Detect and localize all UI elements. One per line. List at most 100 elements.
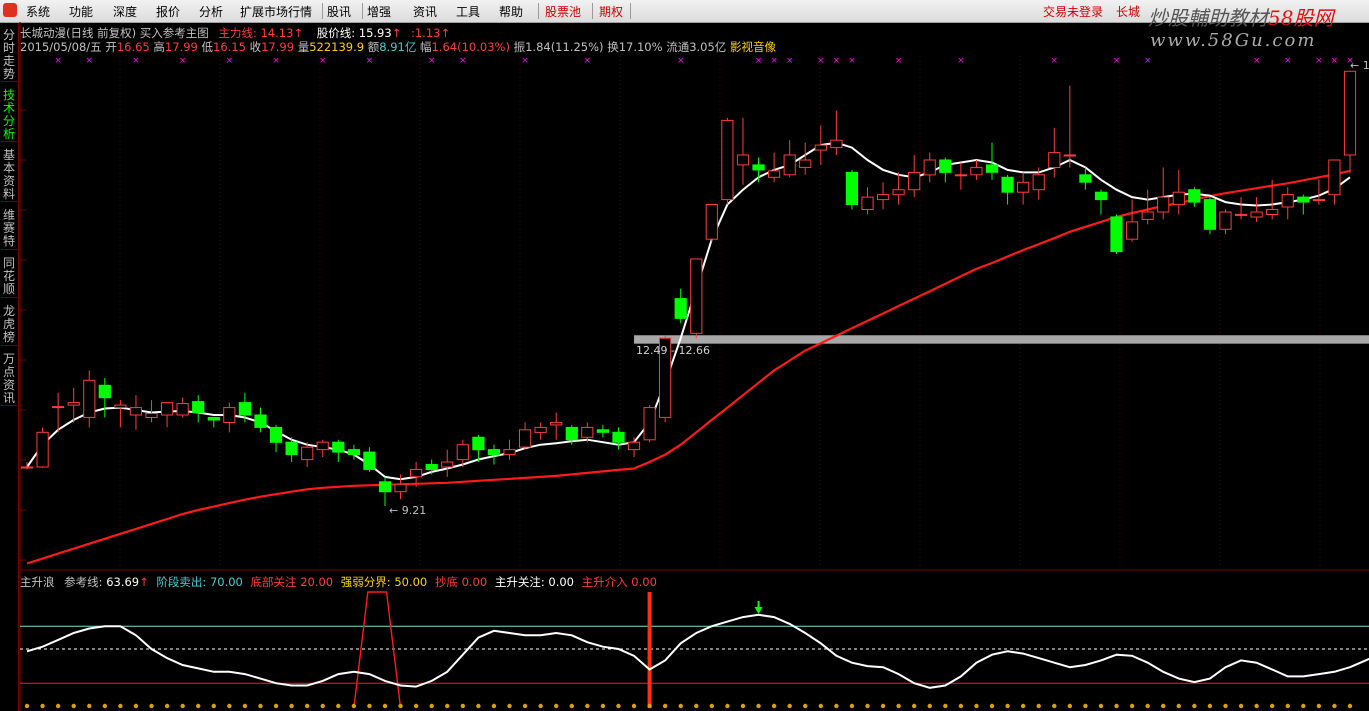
osc-dot [771,703,777,709]
osc-dot [1145,703,1150,709]
osc-dot [1161,703,1166,709]
candle-body [519,429,532,448]
osc-dot [522,703,528,709]
signal-marker: × [895,56,903,66]
signal-marker: × [677,56,685,66]
candle-body [83,379,96,418]
signal-marker: × [1050,56,1058,66]
candle-body [1188,189,1201,203]
candle-body [612,431,625,443]
candle-body [1141,211,1154,220]
signal-marker: × [272,56,280,66]
osc-dot [662,703,668,709]
signal-marker: × [957,56,965,66]
osc-dot [1083,703,1088,709]
osc-dot [1020,703,1026,709]
candle-body [1281,194,1294,208]
candle-body [1126,221,1139,240]
osc-dot [1129,703,1135,709]
osc-dot [1254,703,1259,709]
candle-body [1172,191,1185,206]
candle-body [1250,211,1263,218]
osc-dot [1347,703,1353,709]
range-label: 12.49 - 12.66 [636,344,710,357]
osc-dot [709,703,715,709]
candle-body [347,449,360,456]
signal-marker: × [319,56,327,66]
signal-marker: × [54,56,62,66]
candle-body [1001,176,1014,193]
osc-dot [943,703,948,709]
osc-dot [118,703,123,709]
candle-body [1094,191,1108,201]
candle-body [830,139,843,149]
candle-body [768,170,781,178]
osc-dot [896,703,901,709]
candle-body [705,204,718,240]
osc-dot [600,703,606,709]
ma-red-line [26,169,1351,565]
osc-dot [196,703,201,709]
osc-dot [694,703,699,709]
osc-dot [1052,703,1057,709]
candle-body [503,449,516,456]
candle-body [1328,159,1341,196]
osc-dot [71,703,76,709]
osc-dot [740,703,746,709]
candle-body [36,431,49,468]
osc-dot [1316,703,1322,709]
osc-dot [927,703,932,709]
osc-dot [1114,703,1119,709]
candle-body [970,166,983,176]
signal-marker: × [817,56,825,66]
signal-marker: × [366,56,374,66]
osc-dot [725,703,730,709]
signal-marker: × [833,56,841,66]
candle-body [332,441,345,453]
signal-marker: × [770,56,778,66]
candle-body [363,451,376,470]
candle-body [1079,174,1092,183]
osc-dot [476,703,481,709]
candle-body [674,298,687,319]
osc-dot [974,703,979,709]
osc-dot [242,703,248,709]
osc-dot [989,703,995,709]
candle-body [207,417,220,421]
signal-marker: × [226,56,234,66]
candle-body [565,426,578,441]
candle-body [939,159,952,173]
osc-dot [787,703,792,709]
signal-marker: × [1253,56,1261,66]
candle-body [98,384,111,399]
osc-dot [880,703,886,709]
osc-dot [1238,703,1244,709]
osc-dot [1067,703,1073,709]
candle-body [550,421,563,426]
candle-body [799,159,812,168]
candle-body [1343,70,1357,156]
candle-body [1063,154,1076,157]
candle-body [129,407,143,416]
candle-body [845,171,858,206]
signal-marker: × [1113,56,1121,66]
candle-body [861,196,874,211]
osc-dot [1223,703,1228,709]
osc-dot [1285,703,1290,709]
osc-dot [538,703,543,709]
candle-body [285,441,298,456]
candle-body [1110,216,1123,253]
osc-dot [351,703,357,709]
osc-dot [1192,703,1197,709]
candle-body [301,446,314,461]
osc-dot [149,703,154,709]
signal-marker: × [428,56,436,66]
candle-body [736,154,750,166]
osc-dot [585,703,590,709]
osc-dot [569,703,574,709]
osc-dot [102,703,108,709]
osc-dot [1005,703,1010,709]
kline-chart[interactable]: × × × × × × × × × × × × × × × × × × × × × × × × × × × × × ← 9.2112.4… [0,0,1369,711]
osc-dot [180,703,185,709]
osc-dot [554,703,559,709]
